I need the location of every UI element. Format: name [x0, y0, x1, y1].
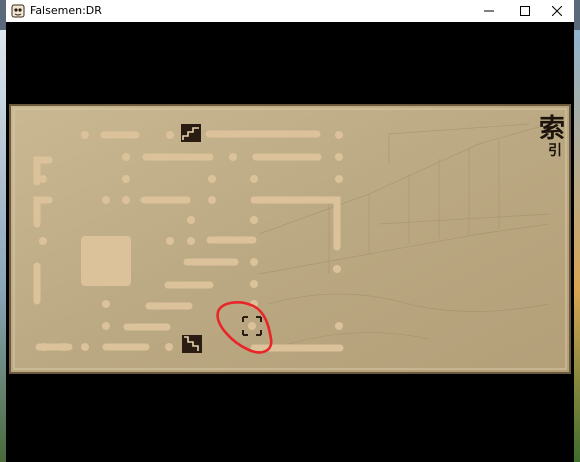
desktop-background-right [574, 30, 580, 462]
app-icon [11, 4, 25, 18]
minimize-icon [484, 10, 494, 12]
stairs-down-icon[interactable] [182, 335, 202, 353]
stairs-up-icon[interactable] [181, 124, 201, 142]
game-viewport[interactable]: 索 引 [6, 22, 574, 462]
close-icon [552, 6, 562, 16]
map-subtitle-kanji: 引 [548, 143, 562, 159]
game-window: Falsemen:DR 索 引 [6, 0, 574, 462]
map-room [81, 236, 131, 286]
close-button[interactable] [540, 0, 574, 22]
minimize-button[interactable] [472, 0, 506, 22]
maximize-icon [520, 6, 530, 16]
dungeon-map [9, 104, 571, 374]
maximize-button[interactable] [508, 0, 542, 22]
window-title: Falsemen:DR [30, 4, 102, 17]
title-bar[interactable]: Falsemen:DR [6, 0, 574, 23]
dungeon-map-panel: 索 引 [9, 104, 571, 374]
